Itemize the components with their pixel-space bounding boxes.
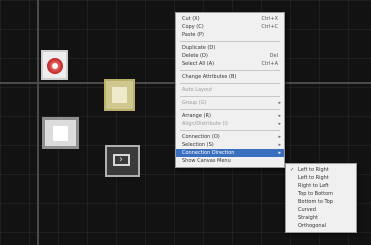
- menu-item-shortcut: Ctrl+C: [261, 24, 278, 30]
- menu-item-label: Copy (C): [182, 24, 204, 30]
- submenu-item-left-to-right[interactable]: Left to Right: [286, 174, 356, 182]
- arrow-right-icon: ›: [119, 154, 123, 165]
- menu-item-label: Change Attributes (B): [182, 74, 237, 80]
- submenu-item-label: Left to Right: [298, 167, 329, 173]
- submenu-item-straight[interactable]: Straight: [286, 214, 356, 222]
- submenu-item-bottom-to-top[interactable]: Bottom to Top: [286, 198, 356, 206]
- chevron-right-icon: ▸: [278, 113, 281, 119]
- submenu-item-label: Left to Right: [298, 175, 329, 181]
- menu-item-label: Arrange (R): [182, 113, 211, 119]
- menu-separator: [180, 109, 280, 110]
- connection-direction-submenu: ✓ Left to Right Left to Right Right to Left…: [285, 163, 357, 233]
- red-circle-node[interactable]: [41, 50, 68, 80]
- menu-item-shortcut: Del: [269, 53, 278, 59]
- submenu-item-curved[interactable]: Curved: [286, 206, 356, 214]
- square-icon: [53, 126, 68, 141]
- menu-separator: [180, 83, 280, 84]
- menu-item-label: Connection Direction: [182, 150, 235, 156]
- chevron-right-icon: ▸: [278, 100, 281, 106]
- menu-item-align-distribute-i: Align/Distribute (I) ▸: [176, 120, 284, 128]
- menu-item-connection-o[interactable]: Connection (O) ▸: [176, 133, 284, 141]
- menu-item-shortcut: Ctrl+A: [261, 61, 278, 67]
- menu-item-label: Duplicate (D): [182, 45, 216, 51]
- menu-separator: [180, 41, 280, 42]
- menu-item-label: Select All (A): [182, 61, 215, 67]
- menu-item-connection-direction[interactable]: Connection Direction ▸: [176, 149, 284, 157]
- menu-item-change-attributes-b[interactable]: Change Attributes (B): [176, 73, 284, 81]
- menu-item-delete-d[interactable]: Delete (D) Del: [176, 52, 284, 60]
- menu-item-arrange-r[interactable]: Arrange (R) ▸: [176, 112, 284, 120]
- menu-item-label: Paste (P): [182, 32, 205, 38]
- menu-item-duplicate-d[interactable]: Duplicate (D): [176, 44, 284, 52]
- check-icon: ✓: [290, 167, 295, 173]
- menu-item-show-canvas-menu[interactable]: Show Canvas Menu: [176, 157, 284, 165]
- menu-item-copy-c[interactable]: Copy (C) Ctrl+C: [176, 23, 284, 31]
- red-circle-icon: [47, 58, 63, 74]
- menu-item-auto-layout: Auto Layout: [176, 86, 284, 94]
- yellow-square-node[interactable]: [104, 79, 135, 111]
- submenu-item-top-to-bottom[interactable]: Top to Bottom: [286, 190, 356, 198]
- port-node[interactable]: ›: [105, 145, 140, 177]
- menu-item-label: Auto Layout: [182, 87, 213, 93]
- menu-item-label: Selection (S): [182, 142, 214, 148]
- vertical-guide-line: [37, 0, 39, 245]
- submenu-item-orthogonal[interactable]: Orthogonal: [286, 222, 356, 230]
- chevron-right-icon: ▸: [278, 134, 281, 140]
- menu-item-label: Align/Distribute (I): [182, 121, 228, 127]
- submenu-item-left-to-right[interactable]: ✓ Left to Right: [286, 166, 356, 174]
- menu-item-select-all-a[interactable]: Select All (A) Ctrl+A: [176, 60, 284, 68]
- chevron-right-icon: ▸: [278, 121, 281, 127]
- menu-item-label: Delete (D): [182, 53, 208, 59]
- menu-separator: [180, 70, 280, 71]
- menu-item-shortcut: Ctrl+X: [261, 16, 278, 22]
- menu-item-label: Cut (X): [182, 16, 200, 22]
- menu-item-label: Group (G): [182, 100, 207, 106]
- menu-separator: [180, 96, 280, 97]
- menu-item-cut-x[interactable]: Cut (X) Ctrl+X: [176, 15, 284, 23]
- white-square-node[interactable]: [42, 117, 79, 149]
- menu-item-label: Connection (O): [182, 134, 220, 140]
- submenu-item-label: Top to Bottom: [298, 191, 333, 197]
- context-menu: Cut (X) Ctrl+X Copy (C) Ctrl+C Paste (P) Dupl…: [175, 12, 285, 168]
- square-icon: [112, 87, 127, 103]
- chevron-right-icon: ▸: [278, 150, 281, 156]
- submenu-item-right-to-left[interactable]: Right to Left: [286, 182, 356, 190]
- menu-item-selection-s[interactable]: Selection (S) ▸: [176, 141, 284, 149]
- menu-item-group-g: Group (G) ▸: [176, 99, 284, 107]
- chevron-right-icon: ▸: [278, 142, 281, 148]
- submenu-item-label: Bottom to Top: [298, 199, 333, 205]
- menu-item-label: Show Canvas Menu: [182, 158, 231, 164]
- menu-item-paste-p[interactable]: Paste (P): [176, 31, 284, 39]
- submenu-item-label: Orthogonal: [298, 223, 327, 229]
- submenu-item-label: Straight: [298, 215, 318, 221]
- submenu-item-label: Curved: [298, 207, 316, 213]
- submenu-item-label: Right to Left: [298, 183, 329, 189]
- menu-separator: [180, 130, 280, 131]
